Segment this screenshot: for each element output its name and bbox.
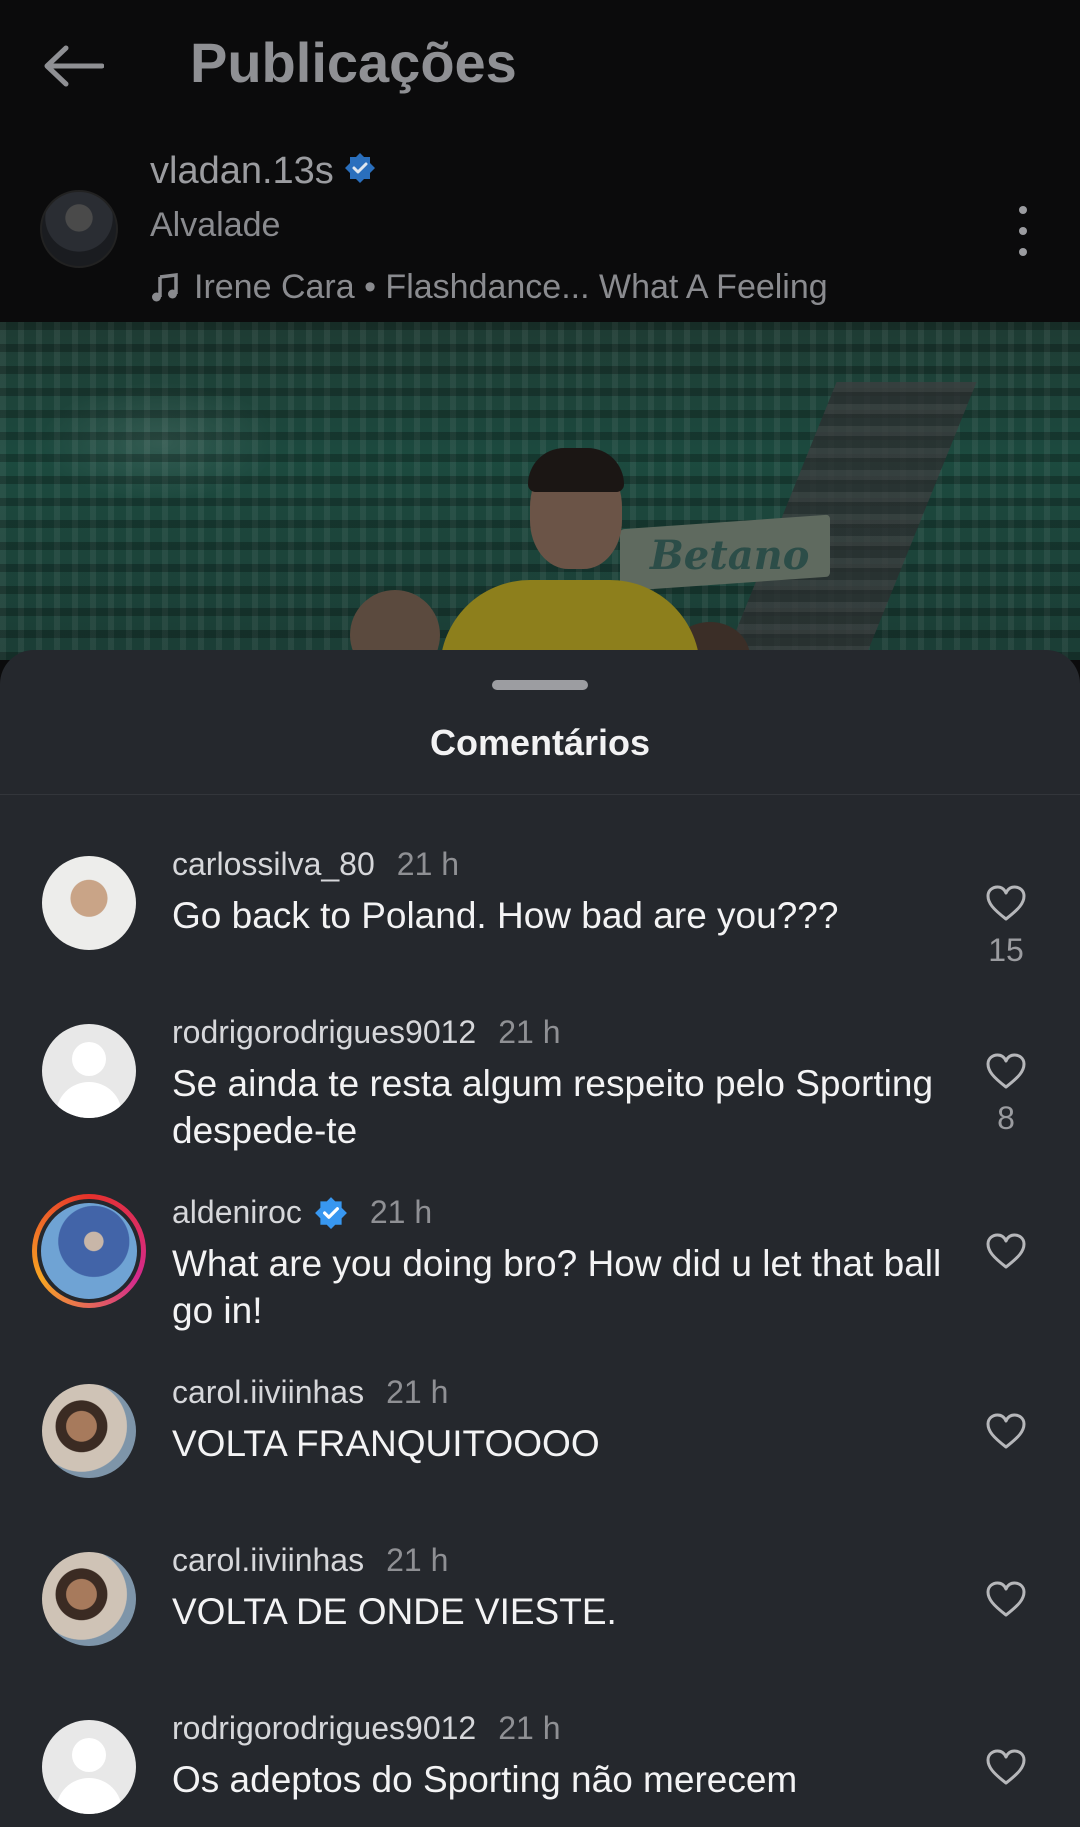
comment-time: 21 h: [396, 846, 460, 882]
comment-item: rodrigorodrigues9012 21 h Os adeptos do …: [0, 1710, 1080, 1814]
post-header: vladan.13s Alvalade Irene Cara • Flashda…: [0, 140, 1080, 320]
comment-meta: aldeniroc 21 h: [172, 1194, 432, 1231]
comment-username[interactable]: carol.iiviinhas: [172, 1374, 364, 1411]
comment-username[interactable]: aldeniroc: [172, 1194, 302, 1231]
post-location[interactable]: Alvalade: [150, 206, 280, 245]
heart-icon[interactable]: [985, 1580, 1027, 1618]
post-image[interactable]: Betano: [0, 322, 1080, 660]
comment-meta: carlossilva_80 21 h: [172, 846, 459, 883]
comment-time: 21 h: [369, 1194, 433, 1230]
comment-like: 15: [980, 884, 1032, 969]
comment-username[interactable]: carol.iiviinhas: [172, 1542, 364, 1579]
comment-text: VOLTA DE ONDE VIESTE.: [172, 1591, 617, 1632]
like-count: 8: [997, 1100, 1015, 1136]
player-hair: [528, 448, 624, 492]
comments-sheet: Comentários carlossilva_80 21 h Go back …: [0, 650, 1080, 1827]
comment-username[interactable]: rodrigorodrigues9012: [172, 1710, 476, 1747]
comment-text: Se ainda te resta algum respeito pelo Sp…: [172, 1063, 934, 1151]
post-author-username[interactable]: vladan.13s: [150, 150, 334, 192]
comment-text: What are you doing bro? How did u let th…: [172, 1243, 942, 1331]
more-options-icon[interactable]: [1010, 206, 1036, 256]
arrow-left-icon: [44, 45, 104, 87]
comment-like: [980, 1580, 1032, 1618]
comment-like: [980, 1748, 1032, 1786]
post-author-row: vladan.13s: [150, 150, 376, 194]
heart-icon[interactable]: [985, 1052, 1027, 1090]
sponsor-banner-text: Betano: [650, 532, 810, 579]
comment-time: 21 h: [386, 1542, 449, 1578]
heart-icon[interactable]: [985, 1748, 1027, 1786]
heart-icon[interactable]: [985, 1412, 1027, 1450]
comment-username[interactable]: carlossilva_80: [172, 846, 375, 883]
music-track-label: Irene Cara • Flashdance... What A Feelin…: [194, 268, 828, 306]
commenter-avatar-default[interactable]: [42, 1720, 136, 1814]
commenter-avatar[interactable]: [42, 1384, 136, 1478]
comment-like: [980, 1412, 1032, 1450]
avatar-photo: [37, 1199, 141, 1303]
comment-time: 21 h: [498, 1014, 561, 1050]
comment-meta: rodrigorodrigues9012 21 h: [172, 1710, 560, 1747]
music-note-icon: [152, 272, 178, 301]
post-page-background: Publicações vladan.13s Alvalade Irene Ca…: [0, 0, 1080, 660]
comment-meta: carol.iiviinhas 21 h: [172, 1542, 448, 1579]
comment-like: [980, 1232, 1032, 1270]
like-count: 15: [988, 932, 1024, 968]
comment-time: 21 h: [386, 1374, 449, 1410]
back-button[interactable]: [38, 36, 108, 96]
post-music[interactable]: Irene Cara • Flashdance... What A Feelin…: [150, 268, 828, 307]
top-bar: Publicações: [0, 0, 1080, 130]
divider: [0, 794, 1080, 795]
commenter-avatar[interactable]: [42, 856, 136, 950]
comment-time: 21 h: [498, 1710, 561, 1746]
comment-text: VOLTA FRANQUITOOOO: [172, 1423, 600, 1464]
comment-meta: carol.iiviinhas 21 h: [172, 1374, 448, 1411]
sheet-drag-handle[interactable]: [492, 680, 588, 690]
comment-text: Os adeptos do Sporting não merecem: [172, 1759, 798, 1800]
comment-username[interactable]: rodrigorodrigues9012: [172, 1014, 476, 1051]
verified-badge-icon: [314, 1196, 348, 1230]
commenter-avatar-story-ring[interactable]: [32, 1194, 146, 1308]
comment-meta: rodrigorodrigues9012 21 h: [172, 1014, 560, 1051]
comment-like: 8: [980, 1052, 1032, 1137]
verified-badge-icon: [344, 151, 376, 194]
comment-item: rodrigorodrigues9012 21 h Se ainda te re…: [0, 1014, 1080, 1151]
comment-text: Go back to Poland. How bad are you???: [172, 895, 839, 936]
page-title: Publicações: [190, 31, 517, 94]
comments-title: Comentários: [429, 722, 651, 763]
commenter-avatar[interactable]: [42, 1552, 136, 1646]
heart-icon[interactable]: [985, 884, 1027, 922]
post-author-avatar[interactable]: [40, 190, 118, 268]
commenter-avatar-default[interactable]: [42, 1024, 136, 1118]
heart-icon[interactable]: [985, 1232, 1027, 1270]
